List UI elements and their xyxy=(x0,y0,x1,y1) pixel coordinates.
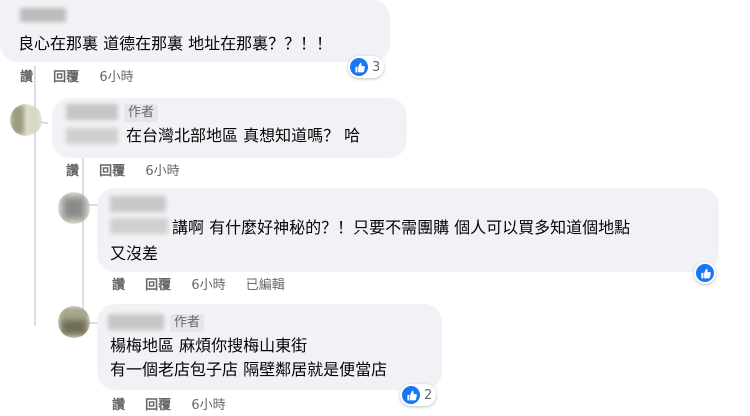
thumbs-up-icon xyxy=(402,386,420,404)
comment-actions: 讚 回覆 6小時 xyxy=(112,398,242,414)
reply-action[interactable]: 回覆 xyxy=(99,164,125,179)
comment-text-line2: 又沒差 xyxy=(110,244,159,263)
reaction-button[interactable] xyxy=(694,262,716,284)
author-badge: 作者 xyxy=(124,104,159,122)
commenter-detail-blurred xyxy=(110,218,168,234)
timestamp[interactable]: 6小時 xyxy=(99,70,133,85)
commenter-detail-blurred xyxy=(66,128,118,144)
reply-action[interactable]: 回覆 xyxy=(145,278,171,293)
commenter-name-blurred xyxy=(108,314,164,330)
thumbs-up-icon xyxy=(350,58,368,76)
avatar xyxy=(58,306,90,338)
comment-actions: 讚 回覆 6小時 已編輯 xyxy=(112,278,301,294)
like-action[interactable]: 讚 xyxy=(66,164,79,179)
thumbs-up-icon xyxy=(696,264,714,282)
like-action[interactable]: 讚 xyxy=(20,70,33,85)
avatar xyxy=(10,104,42,136)
author-badge: 作者 xyxy=(170,314,205,332)
comment-actions: 讚 回覆 6小時 xyxy=(66,164,196,180)
comment-text-line1: 楊梅地區 麻煩你搜梅山東街 xyxy=(110,336,308,355)
commenter-name-blurred xyxy=(20,8,66,22)
avatar xyxy=(58,192,90,224)
reply-action[interactable]: 回覆 xyxy=(145,398,171,413)
commenter-name-blurred xyxy=(66,104,118,120)
reaction-count-label: 3 xyxy=(372,59,381,75)
comment-text-line2: 有一個老店包子店 隔壁鄰居就是便當店 xyxy=(110,360,388,379)
reaction-count[interactable]: 3 xyxy=(348,56,385,78)
comment-text-line1: 講啊 有什麼好神秘的？！只要不需團購 個人可以買多知道個地點 xyxy=(172,218,631,237)
comment-text: 在台灣北部地區 真想知道嗎？ 哈 xyxy=(126,126,361,145)
comment-text: 良心在那裏 道德在那裏 地址在那裏？？！！ xyxy=(18,34,333,53)
reaction-count[interactable]: 2 xyxy=(400,384,437,406)
edited-label[interactable]: 已編輯 xyxy=(246,278,285,293)
timestamp[interactable]: 6小時 xyxy=(191,278,225,293)
comment-actions: 讚 回覆 6小時 xyxy=(20,70,150,86)
like-action[interactable]: 讚 xyxy=(112,278,125,293)
commenter-name-blurred xyxy=(110,196,166,212)
timestamp[interactable]: 6小時 xyxy=(191,398,225,413)
reaction-count-label: 2 xyxy=(424,387,433,403)
timestamp[interactable]: 6小時 xyxy=(145,164,179,179)
reply-action[interactable]: 回覆 xyxy=(53,70,79,85)
like-action[interactable]: 讚 xyxy=(112,398,125,413)
